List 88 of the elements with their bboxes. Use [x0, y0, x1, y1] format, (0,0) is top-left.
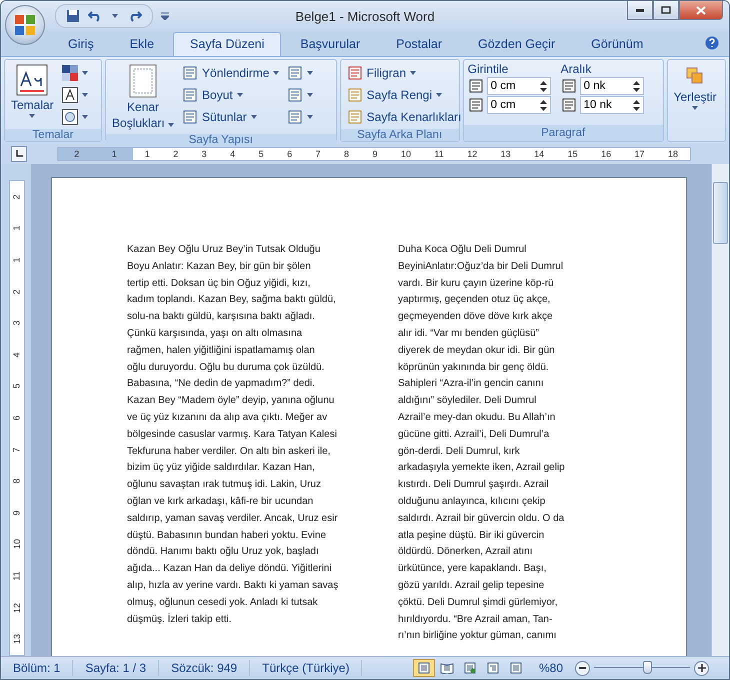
slider-thumb[interactable]	[642, 661, 652, 674]
caret-icon	[236, 92, 243, 96]
customize-menu-icon[interactable]	[161, 12, 169, 20]
spacing-field[interactable]: 10 nk	[580, 96, 644, 114]
page-background-button[interactable]: Sayfa Rengi	[344, 84, 464, 105]
spacing-field[interactable]: 0 nk	[580, 77, 644, 95]
save-icon[interactable]	[66, 9, 80, 23]
caret-icon	[307, 92, 314, 96]
color-squares-icon	[62, 64, 78, 80]
caret-icon	[112, 14, 118, 18]
vertical-scrollbar[interactable]	[711, 164, 729, 656]
ribbon-tab[interactable]: Başvurular	[283, 32, 378, 56]
tab-selector-button[interactable]	[11, 146, 27, 162]
group-label: Temalar	[5, 129, 102, 141]
plus-icon	[698, 664, 706, 672]
minimize-button[interactable]	[627, 1, 653, 20]
indent-label: Girintile	[468, 62, 510, 76]
caret-icon	[436, 92, 442, 96]
circle-icon	[62, 108, 78, 124]
theme-colors-button[interactable]	[60, 62, 90, 83]
group-label: Sayfa Arka Planı	[340, 129, 459, 141]
zoom-level[interactable]: %80	[526, 660, 575, 676]
status-item[interactable]: Sayfa: 1 / 3	[73, 660, 160, 676]
status-item[interactable]: Türkçe (Türkiye)	[250, 660, 362, 676]
restore-icon	[661, 6, 671, 14]
themes-button[interactable]: Temalar	[9, 62, 56, 120]
ribbon-tab[interactable]: Postalar	[379, 32, 459, 56]
office-button[interactable]	[5, 5, 45, 45]
theme-fonts-button[interactable]	[60, 84, 90, 105]
page-setup-button[interactable]: Yönlendirme	[180, 62, 282, 83]
caret-icon	[692, 106, 698, 110]
arrange-button[interactable]: Yerleştir	[672, 62, 719, 112]
minus-icon	[579, 667, 586, 669]
spinner-icon[interactable]	[540, 80, 547, 92]
caret-icon	[29, 114, 36, 118]
spacing-label: Aralık	[560, 62, 592, 76]
outline-icon	[486, 662, 500, 674]
ribbon-tab[interactable]: Sayfa Düzeni	[173, 32, 282, 56]
web-layout-icon	[462, 662, 477, 674]
status-item[interactable]: Sözcük: 949	[159, 660, 250, 676]
spinner-icon[interactable]	[540, 98, 547, 112]
themes-icon	[16, 64, 48, 96]
zoom-out-button[interactable]	[575, 660, 590, 676]
spinner-icon[interactable]	[632, 98, 640, 112]
help-icon[interactable]	[705, 36, 719, 50]
indent-field[interactable]: 0 cm	[486, 77, 551, 95]
page-setup-button[interactable]: Sütunlar	[180, 106, 282, 127]
horizontal-ruler: 2 1 1 2 3 4 5 6 7 8 9 10 11 12 13 14 15 16 17 18	[57, 147, 691, 161]
zoom-in-button[interactable]	[694, 660, 709, 676]
caret-icon	[250, 114, 257, 118]
ribbon-tab[interactable]: Giriş	[51, 32, 111, 56]
ribbon-tab[interactable]: Ekle	[112, 32, 172, 56]
page-margins-icon	[129, 64, 158, 98]
caret-icon	[168, 123, 174, 127]
caret-icon	[410, 70, 416, 74]
caret-icon	[82, 70, 88, 74]
caret-icon	[307, 114, 314, 118]
page-background-button[interactable]: Sayfa Kenarlıkları	[344, 106, 464, 127]
restore-button[interactable]	[653, 1, 679, 20]
group-label: Paragraf	[464, 125, 663, 141]
close-button[interactable]	[679, 1, 723, 20]
document-paragraph: Duha Koca Oğlu Deli Dumrul BeyiniAnlatır:Oğuz’da bir Deli Dumrul vardı. Bir kuru çayın üzerine köp-rü yaptırmış, geçenden otuz üç akçe, geçmeyenden döve döve kırk akçe alır idi. “Var mı benden güçlüsü” diyerek de meydan okur idi. Bir gün köprünün yakınında bir genç öldü. Sahipleri “Azra-il’in gencin canını aldığını” söylediler. Deli Dumrul Azrail’e mey-dan okudu. Bu Allah’ın gücüne gitti. Azrail’i, Deli Dumrul’a gön-derdi. Deli Dumrul, kırk arkadaşıyla yemekte iken, Azrail gelip kıstırdı. Deli Dumrul şaşırdı. Azrail olduğunu anlayınca, kılıcını çekip saldırdı. Azrail bir güvercin oldu. O da atla peşine düştü. Bir iki güvercin öldürdü. Dönerken, Azrail atını ürkütünce, yere kapaklandı. Başı, gözü yarıldı. Azrail gelip tepesine çöktü. Deli Dumrul şimdi gürlemiyor, hırıldıyordu. “Bre Azrail aman, Tan- rı’nın birliğine yoktur güman, canımı	[398, 243, 566, 644]
page-background-button[interactable]: Filigran	[344, 62, 464, 83]
vertical-ruler: 2 1 1 2 3 4 5 6 7 8 9 10 11 12 13	[9, 180, 25, 656]
spinner-icon[interactable]	[632, 80, 640, 92]
page-setup-button[interactable]: Boyut	[180, 84, 282, 105]
indent-field[interactable]: 0 cm	[486, 96, 551, 114]
left-tab-icon	[15, 150, 23, 158]
caret-icon	[82, 92, 88, 96]
print-layout-icon	[416, 662, 431, 674]
ribbon-tab[interactable]: Gözden Geçir	[461, 32, 572, 56]
caret-icon	[273, 70, 280, 74]
document-paragraph: Kazan Bey Oğlu Uruz Bey’in Tutsak Olduğu Boyu Anlatır: Kazan Bey, bir gün bir şölen tertip etti. Doksan üç bin Oğuz yiğidi, kızı, kadım toplandı. Kazan Bey, sağma baktı güldü, solu-na baktı güldü, karşısına baktı ağladı. Çünkü karşısında, yaşı on altı olmasına rağmen, halen yiğitliğini ispatlamamış olan oğlu duruyordu. Oğlu bu duruma çok üzüldü. Babasına, “Ne dedin de yapmadım?” dedi. Kazan Bey “Madem öyle” deyip, yanına oğlunu ve üç yüz kızanını da alıp ava çıktı. Meğer av bölgesinde casuslar varmış. Kara Tatyan Kalesi Tekfuruna haber verdiler. On altı bin askeri ile, bizim üç yüz yiğide saldırdılar. Kazan Han, oğlunu savaştan ırak tutmuş idi. Lakin, Uruz oğlan ve kırk arkadaşı, kâfi-re bir ucundan saldırıp, yaman savaş verdiler. Ancak, Uruz esir düştü. Babasının bundan haberi yoktu. Evine döndü. Hanımı baktı oğlu Uruz yok, başladı ağıda... Kazan Han da deliye döndü. Yiğitlerini alıp, hızla av yerine vardı. Baktı ki yaman savaş olmuş, oğlunun cesedi yok. Anladı ki tutsak düşmüş. İzleri takip etti.	[127, 243, 340, 627]
draft-icon	[508, 662, 523, 674]
theme-effects-button[interactable]	[60, 106, 90, 127]
office-logo-icon	[14, 14, 36, 36]
view-button[interactable]	[412, 659, 435, 677]
window-title: Belge1 - Microsoft Word	[295, 8, 435, 24]
font-letter-icon	[62, 86, 78, 102]
ribbon-tab[interactable]: Görünüm	[574, 32, 660, 56]
caret-icon	[307, 70, 314, 74]
margins-button[interactable]: Kenar Boşlukları	[110, 62, 176, 132]
status-item[interactable]: Bölüm: 1	[1, 660, 74, 676]
minimize-icon	[636, 8, 644, 12]
group-label: Sayfa Yapısı	[106, 134, 336, 146]
close-icon	[696, 6, 706, 14]
book-icon	[440, 662, 454, 674]
caret-icon	[82, 114, 88, 118]
